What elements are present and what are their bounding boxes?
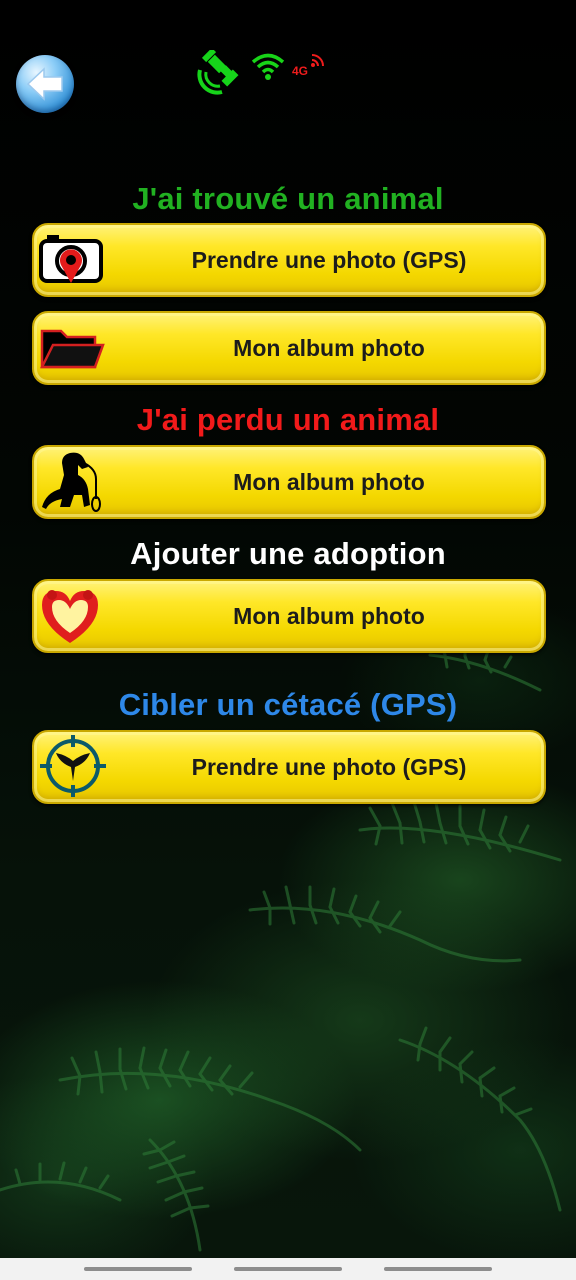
network-type-label: 4G [292,64,309,78]
whale-tail-target-icon [40,735,106,797]
photo-album-lost-label: Mon album photo [233,469,425,495]
dog-leash-icon [42,452,101,512]
nav-back-pill[interactable] [384,1267,492,1271]
system-navigation-bar [0,1258,576,1280]
take-photo-gps-label: Prendre une photo (GPS) [191,247,467,273]
nav-recent-pill[interactable] [84,1267,192,1271]
folder-icon [39,329,105,369]
photo-album-adoption-label: Mon album photo [233,603,425,629]
satellite-icon [197,50,239,95]
take-photo-gps-cetacean-button[interactable]: Prendre une photo (GPS) [32,730,546,804]
take-photo-gps-cetacean-label: Prendre une photo (GPS) [191,754,467,780]
photo-album-found-button[interactable]: Mon album photo [32,311,546,385]
nav-home-pill[interactable] [234,1267,342,1271]
wifi-icon [251,53,285,80]
heading-target-cetacean: Cibler un cétacé (GPS) [118,687,458,722]
photo-album-found-label: Mon album photo [233,335,425,361]
photo-album-adoption-button[interactable]: Mon album photo [32,579,546,653]
heading-lost-animal: J'ai perdu un animal [136,402,440,437]
take-photo-gps-button[interactable]: Prendre une photo (GPS) [32,223,546,297]
camera-gps-icon [39,235,103,283]
back-button[interactable] [16,55,74,113]
back-arrow-icon [26,67,63,101]
photo-album-lost-button[interactable]: Mon album photo [32,445,546,519]
heading-found-animal: J'ai trouvé un animal [132,181,444,216]
heart-icon [42,590,98,643]
heading-add-adoption: Ajouter une adoption [130,536,446,571]
